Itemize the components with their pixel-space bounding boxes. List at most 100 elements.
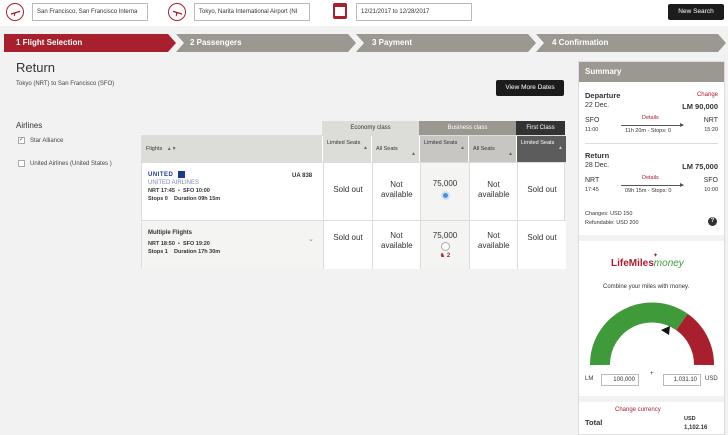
sort-icon[interactable]: ▲ <box>508 144 513 164</box>
flights-column-header[interactable]: Flights ▲▼ <box>142 136 323 162</box>
brand-name: LifeMiles <box>611 258 654 269</box>
airline-name: UNITED AIRLINES <box>148 180 200 187</box>
column-label: Limited Seats <box>424 140 458 146</box>
checkbox[interactable] <box>18 160 25 167</box>
united-logo: UNITED <box>148 171 220 179</box>
miles-money-gauge[interactable] <box>589 302 715 368</box>
departure-time: 11:00 <box>585 127 599 133</box>
biz-limited-cell[interactable]: 75,000 ♞ 2 <box>420 221 469 269</box>
filter-united-airlines[interactable]: United Airlines (United States ) <box>18 160 112 167</box>
econ-limited-cell: Sold out <box>323 221 372 269</box>
airlines-filter-heading: Airlines <box>16 121 43 130</box>
first-limited-cell: Sold out <box>517 221 566 269</box>
summary-header: Summary <box>579 62 724 82</box>
econ-limited-header[interactable]: Limited Seats ▲ <box>323 136 372 162</box>
duration: Duration 09h 15m <box>174 196 221 203</box>
econ-all-cell: Not available <box>372 163 420 220</box>
seat-icon: ♞ <box>439 253 446 259</box>
departure-from: SFO <box>585 117 600 124</box>
biz-limited-header[interactable]: Limited Seats ▲ <box>420 136 469 162</box>
departure-date: 22 Dec. <box>585 102 610 109</box>
destination-input[interactable]: Tokyo, Narita International Airport (NI <box>194 3 310 21</box>
departure: NRT 18:50 <box>148 241 175 247</box>
plus-sign: + <box>650 371 654 377</box>
return-from: NRT <box>585 177 600 184</box>
flights-grid: Flights ▲▼ Limited Seats ▲ All Seats ▲ Lim… <box>141 135 566 269</box>
origin-input[interactable]: San Francisco, San Francisco Interna <box>32 3 148 21</box>
dates-input[interactable]: 12/21/2017 to 12/28/2017 <box>356 3 472 21</box>
total-label: Total <box>585 418 603 427</box>
fare-miles: 75,000 <box>432 231 458 240</box>
sort-icon[interactable]: ▲▼ <box>167 146 177 152</box>
econ-all-header[interactable]: All Seats ▲ <box>372 136 420 162</box>
money-input[interactable]: 1,031.10 <box>663 374 701 386</box>
expand-chevron-icon[interactable]: ⌄ <box>308 235 314 243</box>
econ-all-cell: Not available <box>372 221 420 269</box>
step-confirmation: 4 Confirmation <box>536 34 726 52</box>
arrow-right-icon <box>621 123 684 127</box>
business-class-header: Business class <box>419 121 516 135</box>
fare-radio-selected[interactable] <box>440 191 450 200</box>
united-logo-text: UNITED <box>148 172 174 179</box>
plane-arrival-icon <box>168 3 186 21</box>
biz-limited-cell[interactable]: 75,000 <box>420 163 469 220</box>
fare-radio[interactable] <box>440 242 450 251</box>
help-icon[interactable]: ? <box>708 217 717 226</box>
seat-count-badge: ♞ 2 <box>421 252 469 259</box>
miles-input[interactable]: 100,000 <box>601 374 639 386</box>
economy-class-header: Economy class <box>322 121 419 135</box>
gauge-pointer-icon[interactable] <box>661 326 670 335</box>
divider <box>585 143 718 144</box>
refundable-fee: Refundable: USD 200 <box>585 220 639 226</box>
biz-all-header[interactable]: All Seats ▲ <box>469 136 517 162</box>
section-separator <box>579 396 724 402</box>
first-limited-cell: Sold out <box>517 163 566 220</box>
arrival: SFO 10:00 <box>182 188 210 195</box>
filter-star-alliance[interactable]: ✓ Star Alliance <box>18 137 63 144</box>
combine-text: Combine your miles with money. <box>603 284 690 290</box>
return-info: 09h 15m - Stops: 0 <box>625 188 672 194</box>
calendar-icon[interactable] <box>333 3 347 19</box>
departure: NRT 17:45 <box>148 188 175 195</box>
econ-limited-cell: Sold out <box>323 163 372 220</box>
column-label: Limited Seats <box>327 140 361 146</box>
return-dep-time: 17:45 <box>585 187 599 193</box>
seat-count: 2 <box>446 253 451 259</box>
column-label: All Seats <box>376 146 398 152</box>
return-details-link[interactable]: Details <box>642 175 659 181</box>
return-miles: LM 75,000 <box>682 162 718 171</box>
step-passengers: 2 Passengers <box>176 34 356 52</box>
sort-icon[interactable]: ▲ <box>558 144 563 152</box>
first-limited-header[interactable]: Limited Seats ▲ <box>517 136 566 162</box>
biz-all-cell: Not available <box>469 163 517 220</box>
page-title: Return <box>16 60 56 75</box>
new-search-button[interactable]: New Search <box>668 4 724 20</box>
step-payment: 3 Payment <box>356 34 536 52</box>
column-label: Limited Seats <box>521 140 555 146</box>
step-flight-selection: 1 Flight Selection <box>4 34 176 52</box>
sort-icon[interactable]: ▲ <box>363 144 368 152</box>
multiple-flights-title: Multiple Flights <box>148 230 192 236</box>
view-more-dates-button[interactable]: View More Dates <box>496 80 564 96</box>
section-separator <box>579 235 724 241</box>
plane-departure-icon <box>6 3 24 21</box>
stops: Stops 1 <box>148 249 168 255</box>
filter-label: Star Alliance <box>30 137 64 144</box>
table-row: Multiple Flights NRT 18:50 • SFO 19:20 S… <box>142 220 566 269</box>
sort-icon[interactable]: ▲ <box>411 144 416 164</box>
checkbox-checked[interactable]: ✓ <box>18 137 25 144</box>
arrival-time: 15:20 <box>704 127 718 133</box>
departure-details-link[interactable]: Details <box>642 115 659 121</box>
total-currency: USD <box>684 416 696 422</box>
change-currency-link[interactable]: Change currency <box>615 407 661 413</box>
return-arr-time: 10:00 <box>704 187 718 193</box>
arrival: SFO 19:20 <box>182 241 210 247</box>
duration: Duration 17h 30m <box>174 249 221 255</box>
first-class-header: First Class <box>516 121 565 135</box>
table-row: UNITED UNITED AIRLINES NRT 17:45 • SFO 1… <box>142 162 566 220</box>
change-link[interactable]: Change <box>697 92 718 98</box>
sort-icon[interactable]: ▲ <box>460 144 465 152</box>
stops: Stops 0 <box>148 196 168 203</box>
arrow-right-icon <box>621 183 684 187</box>
flight-info: UNITED UNITED AIRLINES NRT 17:45 • SFO 1… <box>148 171 221 203</box>
